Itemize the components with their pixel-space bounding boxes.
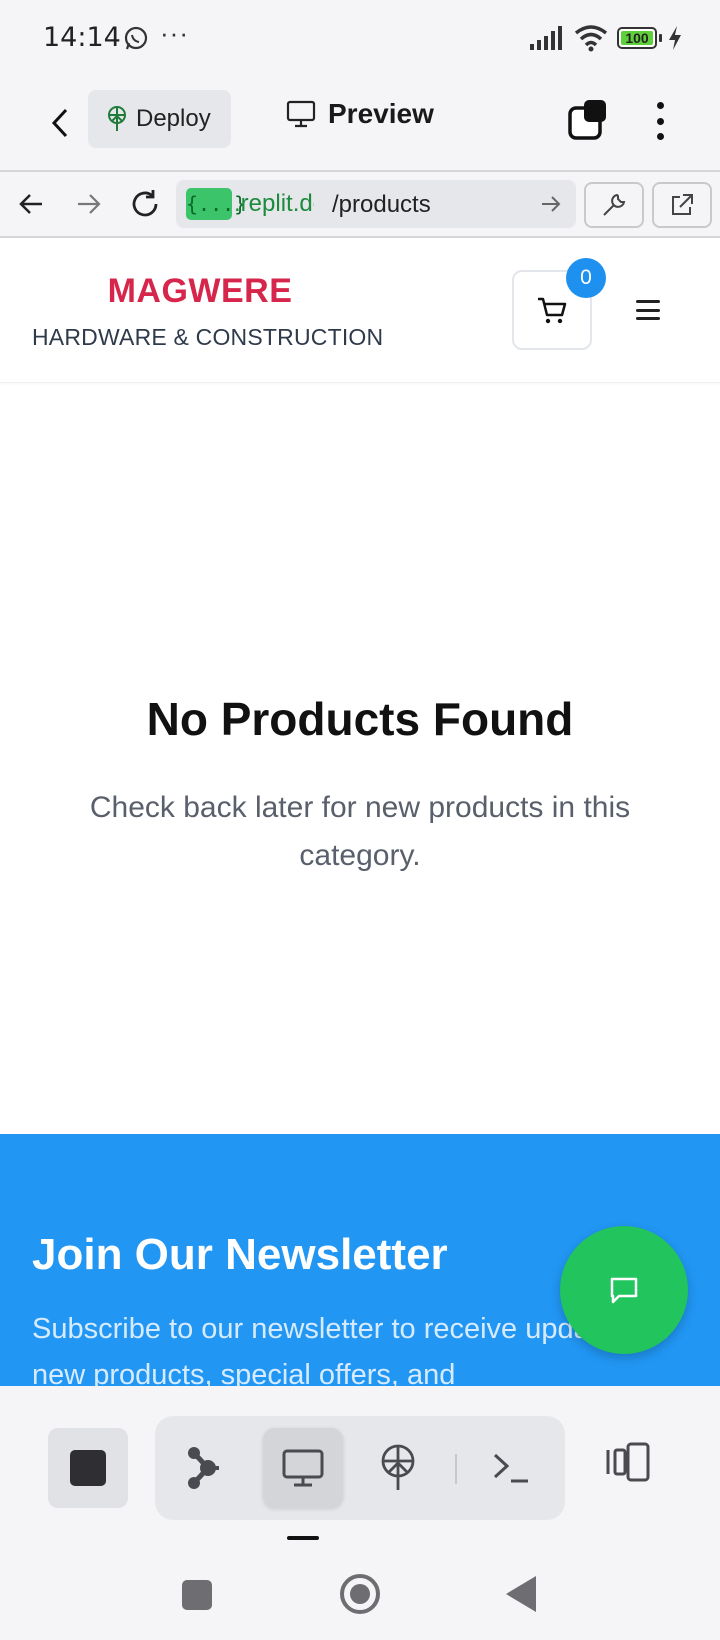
battery-level: 100 bbox=[625, 30, 649, 46]
stop-icon bbox=[70, 1450, 106, 1486]
status-overflow: ··· bbox=[160, 18, 189, 48]
empty-state-title: No Products Found bbox=[146, 693, 574, 745]
battery-tip bbox=[659, 34, 662, 42]
whatsapp-icon bbox=[124, 26, 148, 50]
monitor-icon bbox=[286, 100, 316, 128]
preview-tool-button[interactable] bbox=[263, 1428, 343, 1508]
gesture-indicator bbox=[287, 1536, 319, 1540]
preview-tab[interactable]: Preview bbox=[286, 98, 434, 130]
site-header: MAGWERE HARDWARE & CONSTRUCTION 0 bbox=[0, 238, 720, 383]
status-time: 14:14 bbox=[43, 22, 121, 53]
preview-label: Preview bbox=[328, 98, 434, 129]
external-link-icon bbox=[672, 194, 693, 215]
empty-state-description: Check back later for new products in thi… bbox=[89, 791, 631, 872]
shell-tool-button[interactable] bbox=[471, 1428, 551, 1508]
url-path: /products bbox=[332, 191, 431, 218]
cart-icon bbox=[538, 297, 567, 324]
deploy-button[interactable]: Deploy bbox=[88, 90, 231, 148]
arrow-left-icon[interactable] bbox=[18, 190, 46, 218]
agent-tool-button[interactable] bbox=[163, 1428, 243, 1508]
wifi-icon bbox=[574, 25, 608, 52]
status-bar: 14:14 ··· 100 bbox=[0, 0, 720, 78]
brand-name[interactable]: MAGWERE bbox=[0, 272, 400, 311]
agent-icon bbox=[188, 1447, 219, 1489]
tool-group bbox=[155, 1416, 565, 1520]
signal-icon bbox=[530, 26, 562, 50]
charging-bolt-icon bbox=[669, 26, 681, 50]
deploy-tool-button[interactable] bbox=[358, 1428, 438, 1508]
back-button[interactable] bbox=[40, 100, 80, 146]
deploy-tool-icon bbox=[381, 1444, 415, 1490]
url-bar: {...} .replit.dev /products bbox=[0, 170, 720, 238]
go-arrow-icon[interactable] bbox=[540, 194, 562, 214]
arrow-right-icon[interactable] bbox=[74, 190, 102, 218]
home-icon[interactable] bbox=[340, 1574, 380, 1614]
layout-icon[interactable] bbox=[604, 1442, 652, 1482]
more-options-button[interactable] bbox=[646, 98, 674, 144]
reload-icon[interactable] bbox=[128, 187, 162, 221]
phone-screen: 14:14 ··· 100 Deploy Preview {...} .repl… bbox=[0, 0, 720, 1640]
deploy-label: Deploy bbox=[136, 105, 211, 132]
battery-icon: 100 bbox=[617, 27, 657, 49]
replit-bottom-toolbar bbox=[0, 1386, 720, 1530]
url-input[interactable]: {...} .replit.dev /products bbox=[176, 180, 576, 228]
stop-button[interactable] bbox=[48, 1428, 128, 1508]
wrench-icon bbox=[603, 193, 626, 216]
back-triangle-icon[interactable] bbox=[506, 1576, 536, 1612]
recents-icon[interactable] bbox=[182, 1580, 212, 1610]
deploy-icon bbox=[108, 106, 126, 131]
shell-icon bbox=[493, 1453, 528, 1483]
chat-bubble-icon bbox=[610, 1277, 638, 1304]
cart-count-badge: 0 bbox=[566, 258, 606, 298]
menu-icon[interactable] bbox=[636, 300, 660, 320]
url-domain: .replit.dev bbox=[234, 190, 314, 217]
replit-top-bar: Deploy Preview bbox=[0, 78, 720, 170]
web-page: MAGWERE HARDWARE & CONSTRUCTION 0 No Pro… bbox=[0, 238, 720, 1386]
url-badge: {...} bbox=[186, 188, 246, 220]
open-external-button[interactable] bbox=[652, 182, 712, 228]
preview-icon bbox=[282, 1449, 324, 1487]
android-nav-bar bbox=[0, 1530, 720, 1640]
toolbar-separator bbox=[455, 1454, 457, 1484]
brand-tagline: HARDWARE & CONSTRUCTION bbox=[32, 324, 384, 350]
chat-button[interactable] bbox=[560, 1226, 688, 1354]
devtools-button[interactable] bbox=[584, 182, 644, 228]
tabs-switcher-icon[interactable] bbox=[568, 100, 608, 140]
newsletter-title: Join Our Newsletter bbox=[32, 1230, 448, 1279]
chevron-left-icon bbox=[51, 108, 68, 138]
